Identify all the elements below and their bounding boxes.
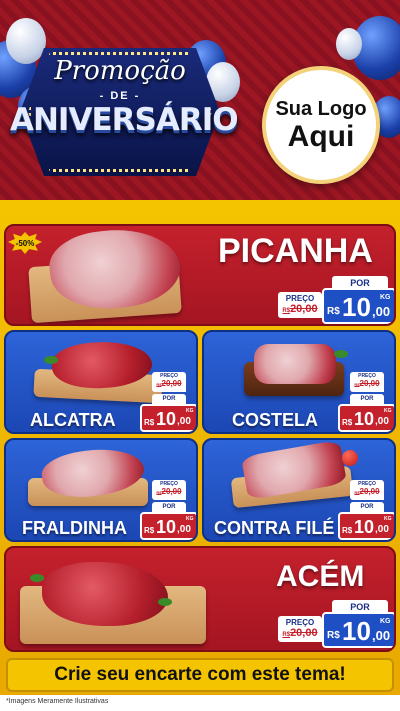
price-tag: PREÇO R$20,00 POR R$ 10 ,00 KG [276, 274, 394, 324]
balloon-decoration [336, 28, 362, 60]
logo-line1: Sua Logo [275, 97, 367, 120]
product-card-alcatra: ALCATRA PREÇO R$20,00 POR R$ 10 ,00 KG [4, 330, 198, 434]
old-price: R$20,00 [350, 487, 384, 496]
price-tag: PREÇO R$20,00 POR R$ 10 ,00 KG [140, 480, 196, 540]
price-cents: ,00 [177, 524, 191, 535]
product-card-contra-file: CONTRA FILÉ PREÇO R$20,00 POR R$ 10 ,00 … [202, 438, 396, 542]
old-price-box: PREÇO R$20,00 [278, 616, 322, 642]
old-price: R$20,00 [278, 627, 322, 639]
unit: KG [380, 618, 391, 625]
product-name: CONTRA FILÉ [214, 518, 335, 538]
price-tag: PREÇO R$20,00 POR R$ 10 ,00 KG [338, 480, 394, 540]
product-card-fraldinha: FRALDINHA PREÇO R$20,00 POR R$ 10 ,00 KG [4, 438, 198, 542]
price-tag: PREÇO R$20,00 POR R$ 10 ,00 KG [276, 600, 394, 650]
old-value: 20,00 [290, 303, 318, 315]
currency: R$ [144, 418, 155, 427]
unit: KG [380, 294, 391, 301]
price-integer: 10 [156, 517, 177, 537]
price-cents: ,00 [375, 416, 389, 427]
currency: R$ [144, 526, 155, 535]
old-price-box: PREÇO R$20,00 [350, 372, 384, 392]
new-price-box: R$ 10 ,00 KG [140, 512, 196, 540]
old-value: 20,00 [161, 487, 182, 496]
product-card-costela: COSTELA PREÇO R$20,00 POR R$ 10 ,00 KG [202, 330, 396, 434]
product-name: ACÉM [276, 560, 365, 593]
new-price-box: R$ 10 ,00 KG [140, 404, 196, 432]
product-card-picanha: PICANHA PREÇO R$20,00 POR R$ 10 ,00 KG [4, 224, 396, 326]
cta-banner[interactable]: Crie seu encarte com este tema! [6, 658, 394, 692]
preco-label: PREÇO [285, 618, 315, 627]
currency: R$ [327, 306, 340, 317]
herb-garnish [334, 350, 348, 358]
por-label: POR [350, 502, 384, 512]
product-name: ALCATRA [30, 410, 116, 430]
old-price-box: PREÇO R$20,00 [152, 372, 186, 392]
old-price: R$20,00 [152, 487, 186, 496]
herb-garnish [30, 574, 44, 582]
price-cents: ,00 [372, 628, 391, 643]
flyer: Promoção - DE - ANIVERSÁRIO Sua Logo Aqu… [0, 0, 400, 711]
product-name: PICANHA [218, 232, 373, 270]
old-currency: R$ [282, 308, 291, 314]
promo-title: Promoção [54, 56, 186, 86]
price-integer: 10 [354, 409, 375, 429]
price-cents: ,00 [372, 304, 391, 319]
herb-garnish [158, 598, 172, 606]
product-name: COSTELA [232, 410, 319, 430]
footer-disclaimer: *Imagens Meramente Ilustrativas [6, 698, 109, 705]
product-name: FRALDINHA [22, 518, 127, 538]
new-price-box: R$ 10 ,00 KG [322, 612, 394, 648]
anniversary-sign: Promoção - DE - ANIVERSÁRIO [10, 48, 239, 176]
price-tag: PREÇO R$20,00 POR R$ 10 ,00 KG [140, 372, 196, 432]
price-integer: 10 [156, 409, 177, 429]
preco-label: PREÇO [285, 294, 315, 303]
price-tag: PREÇO R$20,00 POR R$ 10 ,00 KG [338, 372, 394, 432]
old-value: 20,00 [161, 379, 182, 388]
price-cents: ,00 [375, 524, 389, 535]
old-price: R$20,00 [152, 379, 186, 388]
promo-de: - DE - [99, 90, 141, 102]
price-integer: 10 [342, 292, 371, 322]
unit: KG [384, 516, 392, 522]
new-price-box: R$ 10 ,00 KG [338, 404, 394, 432]
new-price-box: R$ 10 ,00 KG [338, 512, 394, 540]
meat-image [254, 344, 336, 384]
price-cents: ,00 [177, 416, 191, 427]
unit: KG [384, 408, 392, 414]
currency: R$ [342, 418, 353, 427]
old-price-box: PREÇO R$20,00 [278, 292, 322, 318]
product-card-acem: ACÉM PREÇO R$20,00 POR R$ 10 ,00 KG [4, 546, 396, 652]
old-currency: R$ [282, 632, 291, 638]
old-value: 20,00 [359, 379, 380, 388]
unit: KG [186, 516, 194, 522]
por-label: POR [152, 502, 186, 512]
old-price-box: PREÇO R$20,00 [152, 480, 186, 500]
tomato-garnish [342, 450, 358, 466]
old-price: R$20,00 [350, 379, 384, 388]
anniversary-title: ANIVERSÁRIO [10, 102, 239, 138]
currency: R$ [342, 526, 353, 535]
new-price-box: R$ 10 ,00 KG [322, 288, 394, 324]
por-label: POR [350, 394, 384, 404]
currency: R$ [327, 630, 340, 641]
por-label: POR [152, 394, 186, 404]
old-value: 20,00 [290, 627, 318, 639]
old-value: 20,00 [359, 487, 380, 496]
old-price-box: PREÇO R$20,00 [350, 480, 384, 500]
unit: KG [186, 408, 194, 414]
meat-image [42, 562, 168, 626]
old-price: R$20,00 [278, 303, 322, 315]
price-integer: 10 [354, 517, 375, 537]
price-integer: 10 [342, 616, 371, 646]
logo-placeholder: Sua Logo Aqui [262, 66, 380, 184]
logo-line2: Aqui [287, 119, 355, 153]
herb-garnish [44, 356, 58, 364]
